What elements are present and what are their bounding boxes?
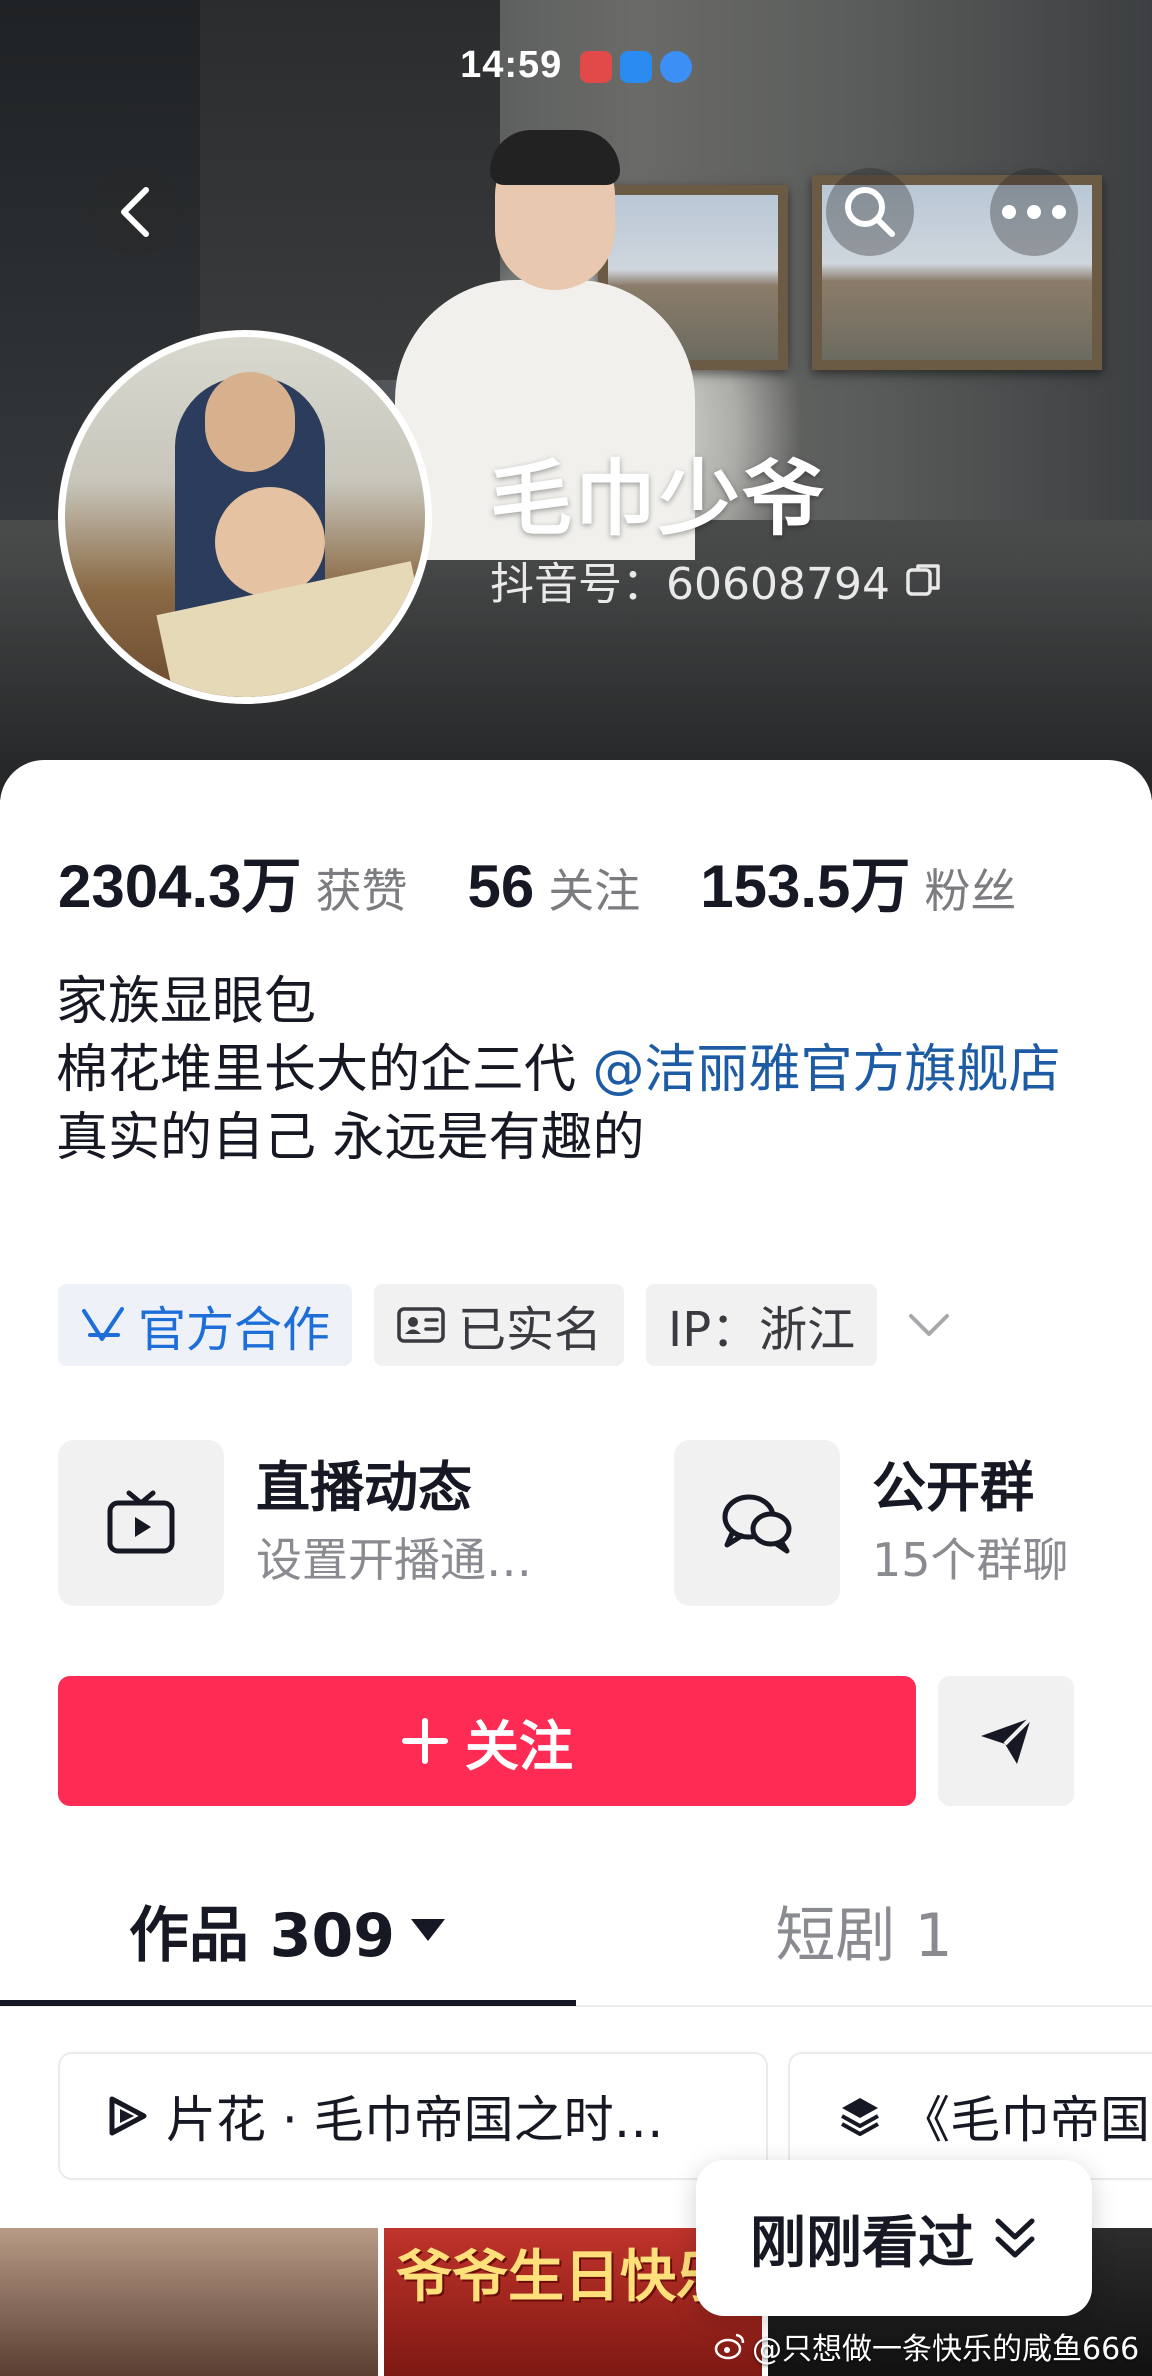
bio: 家族显眼包 棉花堆里长大的企三代 @洁丽雅官方旗舰店 真实的自己 永远是有趣的 xyxy=(56,968,1116,1172)
chip-trailer[interactable]: 片花 · 毛巾帝国之时… xyxy=(58,2052,768,2180)
id-card-icon xyxy=(397,1307,445,1343)
group-feature[interactable]: 公开群 15个群聊 xyxy=(674,1440,1069,1606)
follow-button-label: 关注 xyxy=(465,1714,573,1778)
tag-ip-label: IP：浙江 xyxy=(668,1302,856,1358)
tag-official-partner[interactable]: 官方合作 xyxy=(58,1284,353,1366)
status-time: 14:59 xyxy=(460,44,563,86)
double-chevron-down-icon xyxy=(995,2218,1035,2258)
video-thumbnail[interactable] xyxy=(0,2228,378,2376)
stat-likes[interactable]: 2304.3万 获赞 xyxy=(58,838,408,925)
profile-card: 2304.3万 获赞 56 关注 153.5万 粉丝 家族显眼包 棉花堆里长大的… xyxy=(0,760,1152,2376)
wifi-icon xyxy=(659,50,692,83)
app-notification-icon xyxy=(579,50,612,83)
weibo-logo-icon xyxy=(714,2333,745,2360)
play-badge-icon xyxy=(109,2096,147,2136)
stat-followers-value: 153.5万 xyxy=(700,853,911,920)
bio-line-text: 棉花堆里长大的企三代 xyxy=(56,1040,593,1100)
official-badge-icon xyxy=(82,1307,124,1341)
stat-following[interactable]: 56 关注 xyxy=(468,852,641,921)
chevron-left-icon xyxy=(121,187,149,237)
chip-collection-label: 《毛巾帝国 xyxy=(900,2091,1150,2149)
tab-shorts[interactable]: 短剧 1 xyxy=(576,1860,1152,2000)
content-tabs: 作品 309 短剧 1 xyxy=(0,1860,1152,2004)
more-dots-icon xyxy=(1002,205,1066,219)
tag-verified[interactable]: 已实名 xyxy=(374,1284,625,1366)
search-icon xyxy=(845,187,895,237)
chat-bubbles-icon xyxy=(722,1494,792,1554)
search-button[interactable] xyxy=(826,168,914,256)
back-button[interactable] xyxy=(92,168,180,256)
recently-viewed-button[interactable]: 刚刚看过 xyxy=(696,2160,1092,2316)
live-feature-title: 直播动态 xyxy=(256,1456,472,1519)
tags-row: 官方合作 已实名 IP：浙江 xyxy=(58,1284,959,1366)
tag-ip-location: IP：浙江 xyxy=(646,1284,878,1366)
bio-mention-link[interactable]: @洁丽雅官方旗舰店 xyxy=(593,1040,1061,1100)
stat-following-value: 56 xyxy=(467,853,535,920)
group-icon-box xyxy=(674,1440,840,1606)
chevron-down-icon xyxy=(909,1314,950,1336)
live-icon-box xyxy=(58,1440,224,1606)
watermark-text: @只想做一条快乐的咸鱼666 xyxy=(752,2332,1140,2367)
douyin-id[interactable]: 抖音号：60608794 xyxy=(490,548,944,612)
follow-button[interactable]: 关注 xyxy=(58,1676,916,1806)
bio-line: 家族显眼包 xyxy=(56,972,317,1032)
triangle-down-icon xyxy=(411,1919,446,1941)
shield-icon xyxy=(619,50,652,83)
douyin-id-text: 抖音号：60608794 xyxy=(490,559,890,610)
features-row: 直播动态 设置开播通… 公开群 15个群聊 xyxy=(58,1440,1098,1606)
video-thumbnail-caption: 爷爷生日快乐 xyxy=(396,2245,732,2310)
group-feature-title: 公开群 xyxy=(872,1456,1034,1519)
stats-row: 2304.3万 获赞 56 关注 153.5万 粉丝 xyxy=(58,838,1076,925)
stat-likes-value: 2304.3万 xyxy=(58,853,302,920)
tab-shorts-label: 短剧 1 xyxy=(775,1900,953,1971)
live-feature[interactable]: 直播动态 设置开播通… xyxy=(58,1440,532,1606)
copy-icon[interactable] xyxy=(904,560,944,600)
tab-works-label: 作品 309 xyxy=(128,1900,396,1971)
status-bar: 14:59 xyxy=(0,44,1152,87)
stat-followers-label: 粉丝 xyxy=(924,864,1017,918)
expand-tags-button[interactable] xyxy=(899,1284,959,1366)
layers-icon xyxy=(841,2098,879,2136)
tag-verified-label: 已实名 xyxy=(458,1302,603,1358)
tag-official-label: 官方合作 xyxy=(138,1302,331,1358)
recently-viewed-label: 刚刚看过 xyxy=(750,2210,974,2276)
profile-name: 毛巾少爷 xyxy=(490,452,827,547)
tab-works[interactable]: 作品 309 xyxy=(0,1860,576,2000)
paper-plane-icon xyxy=(981,1716,1033,1764)
bio-line: 棉花堆里长大的企三代 @洁丽雅官方旗舰店 xyxy=(56,1036,1116,1104)
active-tab-indicator xyxy=(0,2000,576,2006)
tv-play-icon xyxy=(107,1490,175,1554)
avatar[interactable] xyxy=(58,330,432,704)
group-feature-subtitle: 15个群聊 xyxy=(872,1533,1069,1587)
stat-following-label: 关注 xyxy=(548,864,641,918)
more-options-button[interactable] xyxy=(990,168,1078,256)
stat-followers[interactable]: 153.5万 粉丝 xyxy=(700,838,1016,925)
chip-trailer-label: 片花 · 毛巾帝国之时… xyxy=(166,2091,664,2149)
bio-line: 真实的自己 永远是有趣的 xyxy=(56,1108,645,1168)
plus-icon xyxy=(402,1718,448,1764)
send-message-button[interactable] xyxy=(938,1676,1074,1806)
stat-likes-label: 获赞 xyxy=(315,864,408,918)
watermark: @只想做一条快乐的咸鱼666 xyxy=(714,2324,1139,2368)
live-feature-subtitle: 设置开播通… xyxy=(256,1533,532,1587)
